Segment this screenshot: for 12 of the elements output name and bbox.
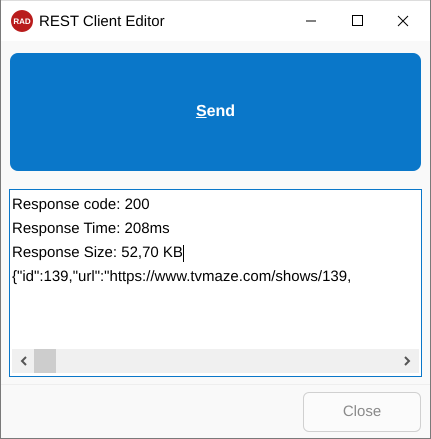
response-text-area[interactable]: Response code: 200 Response Time: 208ms Response Size: 52,70 KB {"id":139,"url":"https://www.tvmaze.com/shows/139, — [9, 189, 422, 377]
scroll-right-icon[interactable] — [403, 356, 411, 366]
response-line: Response Size: 52,70 KB — [12, 243, 185, 264]
response-line: {"id":139,"url":"https://www.tvmaze.com/shows/139, — [12, 267, 352, 287]
response-line: Response Time: 208ms — [12, 219, 171, 239]
response-line: Response code: 200 — [12, 195, 151, 215]
app-logo-icon: RAD — [11, 10, 33, 32]
window-title: REST Client Editor — [39, 12, 165, 30]
scroll-thumb[interactable] — [34, 349, 56, 373]
send-button[interactable]: Send — [10, 53, 421, 171]
scroll-left-icon[interactable] — [20, 356, 28, 366]
horizontal-scrollbar[interactable] — [12, 349, 419, 373]
